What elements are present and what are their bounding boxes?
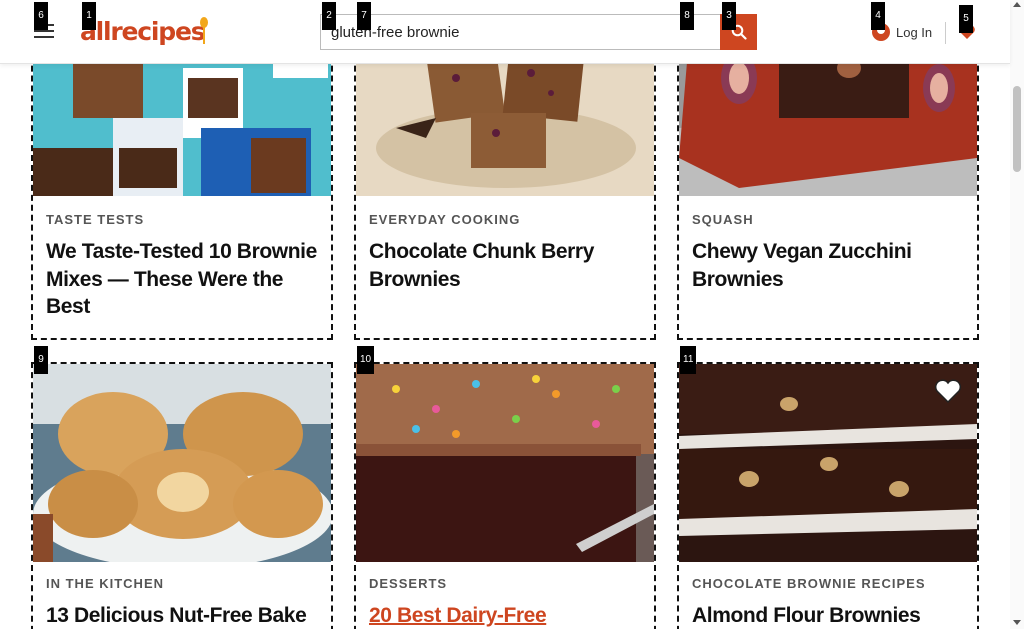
search-input[interactable] — [320, 14, 720, 50]
card-image — [356, 364, 654, 562]
annotation-tag: 2 — [322, 2, 336, 30]
card-image — [33, 364, 331, 562]
save-recipe-button[interactable] — [933, 377, 963, 405]
scroll-down-arrow-icon[interactable] — [1013, 620, 1021, 625]
card-title[interactable]: 20 Best Dairy-Free — [369, 602, 644, 629]
header-divider — [945, 22, 946, 44]
annotation-tag: 6 — [34, 2, 48, 30]
annotation-tag: 10 — [357, 346, 375, 374]
logo-text: allrecipes — [80, 17, 206, 46]
annotation-tag: 8 — [680, 2, 694, 30]
page-scrollbar[interactable] — [1010, 0, 1024, 629]
annotation-tag: 5 — [959, 5, 973, 33]
login-label: Log In — [896, 24, 933, 40]
recipe-card[interactable]: DESSERTS 20 Best Dairy-Free — [354, 362, 656, 629]
card-category: IN THE KITCHEN — [46, 576, 164, 591]
card-title[interactable]: Chocolate Chunk Berry Brownies — [369, 238, 644, 293]
annotation-tag: 9 — [34, 346, 48, 374]
scrollbar-thumb[interactable] — [1013, 86, 1021, 172]
card-title[interactable]: Almond Flour Brownies — [692, 602, 967, 629]
card-category: EVERYDAY COOKING — [369, 212, 521, 227]
site-header: allrecipes Log In — [0, 0, 1010, 64]
card-category: DESSERTS — [369, 576, 448, 591]
recipe-card[interactable]: IN THE KITCHEN 13 Delicious Nut-Free Bak… — [31, 362, 333, 629]
annotation-tag: 3 — [722, 2, 736, 30]
card-category: CHOCOLATE BROWNIE RECIPES — [692, 576, 926, 591]
annotation-tag: 4 — [871, 2, 885, 30]
annotation-tag: 7 — [357, 2, 371, 30]
allrecipes-logo[interactable]: allrecipes — [80, 15, 209, 49]
card-title[interactable]: Chewy Vegan Zucchini Brownies — [692, 238, 967, 293]
recipe-card[interactable]: CHOCOLATE BROWNIE RECIPES Almond Flour B… — [677, 362, 979, 629]
annotation-tag: 11 — [680, 346, 697, 374]
scroll-up-arrow-icon[interactable] — [1013, 2, 1021, 7]
annotation-tag: 1 — [82, 2, 96, 30]
card-category: TASTE TESTS — [46, 212, 145, 227]
spoon-icon — [200, 17, 208, 45]
card-title[interactable]: 13 Delicious Nut-Free Bake — [46, 602, 321, 629]
card-category: SQUASH — [692, 212, 754, 227]
card-title[interactable]: We Taste-Tested 10 Brownie Mixes — These… — [46, 238, 321, 321]
heart-outline-icon — [934, 379, 962, 404]
